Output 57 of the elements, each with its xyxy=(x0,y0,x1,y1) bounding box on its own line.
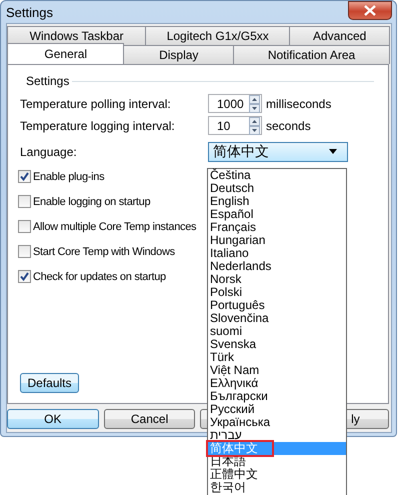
tab[interactable]: Windows Taskbar xyxy=(7,26,146,45)
window-title: Settings xyxy=(6,4,53,20)
tab[interactable]: Advanced xyxy=(289,26,390,45)
dropdown-option[interactable]: Čeština xyxy=(208,169,346,182)
checkbox-label: Allow multiple Core Temp instances xyxy=(33,220,196,232)
tab[interactable]: Logitech G1x/G5xx xyxy=(145,26,290,45)
field-label: Language: xyxy=(20,144,78,158)
dropdown-option[interactable]: 한국어 xyxy=(208,481,346,494)
dropdown-option[interactable]: Hungarian xyxy=(208,234,346,247)
close-icon xyxy=(363,4,377,16)
dropdown-option[interactable]: Slovenčina xyxy=(208,312,346,325)
spinner-arrows-icon[interactable] xyxy=(249,94,260,112)
group-title: Settings xyxy=(25,74,70,88)
checkbox[interactable] xyxy=(18,220,31,233)
dropdown-option[interactable]: Nederlands xyxy=(208,260,346,273)
caret-icon xyxy=(329,149,337,154)
dropdown-option[interactable]: Ελληνικά xyxy=(208,377,346,390)
dropdown-option[interactable]: Български xyxy=(208,390,346,403)
dropdown-option[interactable]: Português xyxy=(208,299,346,312)
dropdown-option[interactable]: Türk xyxy=(208,351,346,364)
dropdown-option[interactable]: Polski xyxy=(208,286,346,299)
unit-label: seconds xyxy=(266,118,311,132)
dropdown-option[interactable]: 正體中文 xyxy=(208,468,346,481)
language-dropdown[interactable]: 简体中文 xyxy=(208,142,348,162)
checkbox-label: Check for updates on startup xyxy=(33,270,166,282)
dropdown-option[interactable]: Svenska xyxy=(208,338,346,351)
dropdown-option[interactable]: suomi xyxy=(208,325,346,338)
dropdown-option[interactable]: Русский xyxy=(208,403,346,416)
checkbox[interactable] xyxy=(18,170,31,183)
checkbox-label: Enable plug-ins xyxy=(33,170,104,182)
dropdown-option[interactable]: Français xyxy=(208,221,346,234)
dropdown-option[interactable]: עברית xyxy=(208,429,346,442)
checkbox[interactable] xyxy=(18,245,31,258)
dropdown-option[interactable]: Italiano xyxy=(208,247,346,260)
checkbox-label: Enable logging on startup xyxy=(33,196,150,208)
checkbox-label: Start Core Temp with Windows xyxy=(33,246,175,258)
dropdown-option[interactable]: Norsk xyxy=(208,273,346,286)
field-label: Temperature polling interval: xyxy=(20,96,172,110)
tab[interactable]: Display xyxy=(123,45,234,64)
close-button[interactable] xyxy=(348,0,392,20)
spinner-arrows-icon[interactable] xyxy=(249,116,260,134)
dropdown-option[interactable]: Español xyxy=(208,208,346,221)
spin-field[interactable]: 10 xyxy=(208,116,262,135)
dropdown-option[interactable]: Deutsch xyxy=(208,182,346,195)
dropdown-option[interactable]: Українська xyxy=(208,416,346,429)
dialog-button[interactable]: Cancel xyxy=(104,409,196,429)
defaults-button[interactable]: Defaults xyxy=(20,373,79,393)
field-label: Temperature logging interval: xyxy=(20,118,176,132)
checkbox[interactable] xyxy=(18,270,31,283)
dropdown-option[interactable]: Việt Nam xyxy=(208,364,346,377)
tab[interactable]: Notification Area xyxy=(233,45,390,64)
spin-field[interactable]: 1000 xyxy=(208,94,262,113)
checkbox[interactable] xyxy=(18,195,31,208)
unit-label: milliseconds xyxy=(266,96,332,110)
tab[interactable]: General xyxy=(7,43,124,64)
dialog-button[interactable]: OK xyxy=(7,409,99,429)
dropdown-option[interactable]: English xyxy=(208,195,346,208)
